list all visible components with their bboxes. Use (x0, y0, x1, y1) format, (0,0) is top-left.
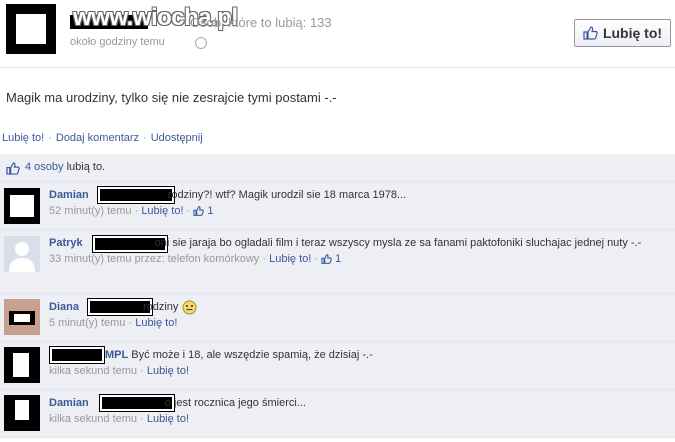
comment-like-link[interactable]: Lubię to! (147, 413, 189, 425)
thumbs-up-icon (193, 206, 205, 216)
thumbs-up-icon (6, 162, 20, 175)
separator: · (48, 132, 52, 144)
comment-like-count[interactable]: 1 (335, 253, 341, 265)
separator: · (143, 132, 147, 144)
comment-time[interactable]: 5 minut(y) temu (49, 317, 125, 329)
comment-item: Damian o jest rocznica jego śmierci... ki… (0, 390, 675, 438)
share-link[interactable]: Udostępnij (151, 132, 203, 144)
comment-text: oni sie jaraja bo ogladali film i teraz … (154, 237, 642, 249)
header-divider (0, 67, 675, 68)
comment-like-link[interactable]: Lubię to! (135, 317, 177, 329)
comment-time[interactable]: 33 minut(y) temu przez: telefon komórkow… (49, 253, 259, 265)
thumbs-up-icon (321, 254, 332, 264)
avatar-redacted[interactable] (4, 395, 40, 431)
comment-time[interactable]: 52 minut(y) temu (49, 205, 132, 217)
comment-text: rodziny?! wtf? Magik urodzil sie 18 marc… (167, 189, 407, 201)
post-actions: Lubię to! · Dodaj komentarz · Udostępnij (2, 132, 203, 144)
likes-summary-suffix: lubią to. (63, 161, 106, 173)
comment-item: MPL Być może i 18, ale wszędzie spamią, … (0, 342, 675, 390)
comment-text: rodziny (142, 301, 179, 313)
page-avatar-redacted[interactable] (6, 4, 56, 54)
avatar-redacted[interactable] (4, 299, 40, 335)
likers-link[interactable]: 4 osoby (25, 161, 64, 173)
post-text: Magik ma urodziny, tylko się nie zesrajc… (6, 90, 337, 105)
comment-text: Być może i 18, ale wszędzie spamią, że d… (131, 349, 373, 361)
default-avatar[interactable] (4, 236, 40, 272)
comment-text: o jest rocznica jego śmierci... (164, 397, 306, 409)
comment-author[interactable]: Damian (49, 189, 89, 201)
comment-like-link[interactable]: Lubię to! (141, 205, 183, 217)
comment-time[interactable]: kilka sekund temu (49, 413, 137, 425)
silhouette-icon (4, 236, 40, 272)
like-action-link[interactable]: Lubię to! (2, 132, 44, 144)
comment-like-count[interactable]: 1 (207, 205, 213, 217)
avatar-redacted[interactable] (4, 188, 40, 224)
like-page-button[interactable]: Lubię to! (574, 19, 671, 47)
post-timestamp[interactable]: około godziny temu (70, 36, 165, 48)
comment-item: Patryk oni sie jaraja bo ogladali film i … (0, 230, 675, 294)
comment-author[interactable]: Diana (49, 301, 79, 313)
comment-item: Diana rodziny 5 minut(y) temu · Lubię to! (0, 294, 675, 342)
thumbs-up-icon (583, 26, 598, 40)
avatar-redacted[interactable] (4, 347, 40, 383)
comment-like-link[interactable]: Lubię to! (147, 365, 189, 377)
comment-item: Damian rodziny?! wtf? Magik urodzil sie 1… (0, 182, 675, 230)
add-comment-link[interactable]: Dodaj komentarz (56, 132, 139, 144)
smiley-icon (182, 300, 196, 315)
globe-icon (195, 37, 207, 49)
comment-author[interactable]: MPL (105, 349, 128, 361)
comment-time[interactable]: kilka sekund temu (49, 365, 137, 377)
likes-summary-row: 4 osoby lubią to. (0, 154, 675, 182)
page-likes-count: Osób, które to lubią: 133 (190, 15, 332, 30)
comment-author[interactable]: Patryk (49, 237, 83, 249)
like-page-button-label: Lubię to! (602, 25, 663, 41)
comment-author[interactable]: Damian (49, 397, 89, 409)
comment-like-link[interactable]: Lubię to! (269, 253, 311, 265)
